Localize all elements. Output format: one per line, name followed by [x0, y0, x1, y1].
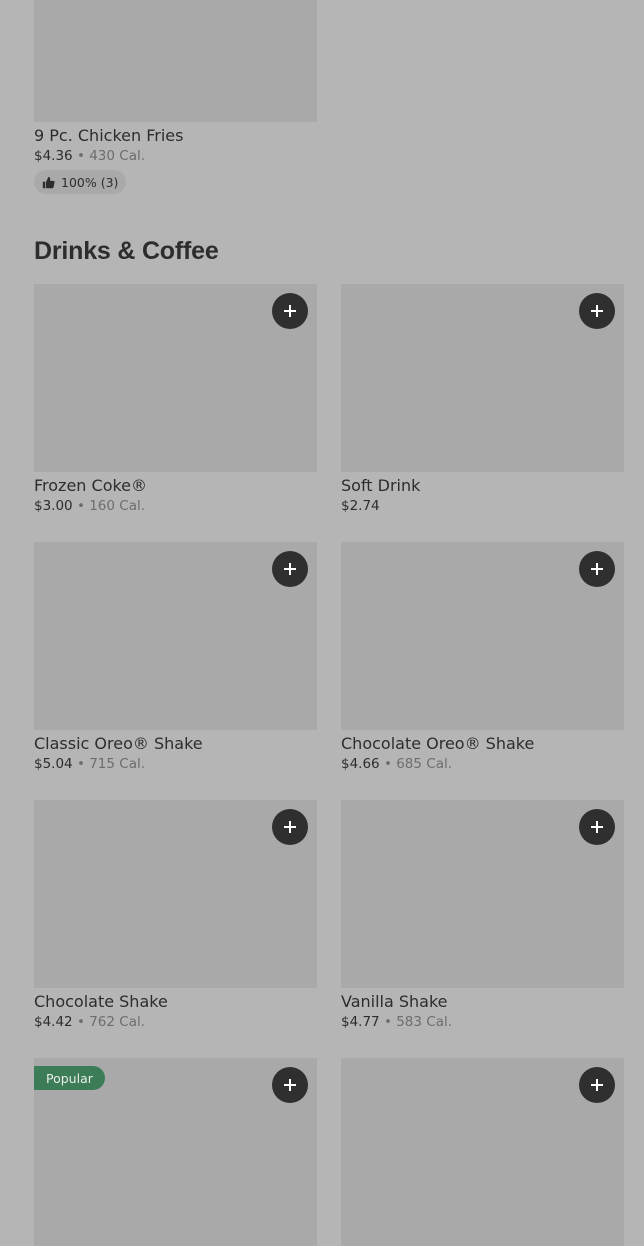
add-item-button[interactable]: [579, 551, 615, 587]
menu-item-chocolate-oreo-shake[interactable]: Chocolate Oreo® Shake $4.66 • 685 Cal.: [341, 542, 624, 774]
item-image: [34, 800, 317, 988]
add-item-button[interactable]: [579, 809, 615, 845]
plus-icon: [590, 562, 604, 576]
item-price: $2.74: [341, 498, 380, 514]
menu-item-chicken-fries[interactable]: 9 Pc. Chicken Fries $4.36 • 430 Cal. 100…: [34, 0, 317, 194]
menu-item-frozen-coke[interactable]: Frozen Coke® $3.00 • 160 Cal.: [34, 284, 317, 516]
menu-item-classic-oreo-shake[interactable]: Classic Oreo® Shake $5.04 • 715 Cal.: [34, 542, 317, 774]
plus-icon: [590, 304, 604, 318]
item-meta: $3.00 • 160 Cal.: [34, 497, 317, 516]
plus-icon: [590, 820, 604, 834]
add-item-button[interactable]: [272, 1067, 308, 1103]
meta-separator: •: [383, 756, 392, 772]
item-calories: 430 Cal.: [89, 148, 146, 164]
meta-separator: •: [76, 1014, 85, 1030]
thumbs-up-icon: [42, 176, 61, 189]
item-meta: $4.42 • 762 Cal.: [34, 1013, 317, 1032]
item-name: 9 Pc. Chicken Fries: [34, 126, 184, 145]
item-price: $4.42: [34, 1014, 73, 1030]
item-image: [341, 1058, 624, 1246]
rating-badge: 100% (3): [34, 170, 127, 194]
popular-badge: Popular: [34, 1066, 105, 1090]
item-name: Chocolate Shake: [34, 992, 168, 1011]
item-meta: $4.77 • 583 Cal.: [341, 1013, 624, 1032]
add-item-button[interactable]: [579, 293, 615, 329]
item-image: [34, 284, 317, 472]
add-item-button[interactable]: [579, 1067, 615, 1103]
item-meta: $4.36 • 430 Cal.: [34, 147, 317, 166]
item-image: [34, 542, 317, 730]
rating-text: 100% (3): [61, 174, 119, 190]
item-price: $4.66: [341, 756, 380, 772]
meta-separator: •: [76, 148, 85, 164]
item-calories: 762 Cal.: [89, 1014, 146, 1030]
item-meta: $2.74: [341, 497, 624, 516]
plus-icon: [283, 304, 297, 318]
meta-separator: •: [383, 1014, 392, 1030]
menu-item-vanilla-shake[interactable]: Vanilla Shake $4.77 • 583 Cal.: [341, 800, 624, 1032]
item-meta: $5.04 • 715 Cal.: [34, 755, 317, 774]
add-item-button[interactable]: [272, 551, 308, 587]
menu-item-soft-drink[interactable]: Soft Drink $2.74: [341, 284, 624, 516]
plus-icon: [283, 820, 297, 834]
plus-icon: [590, 1078, 604, 1092]
item-calories: 715 Cal.: [89, 756, 146, 772]
item-image: Popular: [34, 1058, 317, 1246]
meta-separator: •: [76, 756, 85, 772]
item-image: [341, 284, 624, 472]
item-image: [34, 0, 317, 122]
section-title-drinks-coffee: Drinks & Coffee: [34, 237, 219, 265]
meta-separator: •: [76, 498, 85, 514]
menu-item-popular[interactable]: Popular: [34, 1058, 317, 1246]
item-calories: 583 Cal.: [396, 1014, 453, 1030]
item-price: $4.77: [341, 1014, 380, 1030]
menu-item-chocolate-shake[interactable]: Chocolate Shake $4.42 • 762 Cal.: [34, 800, 317, 1032]
add-item-button[interactable]: [272, 293, 308, 329]
item-name: Vanilla Shake: [341, 992, 448, 1011]
item-name: Classic Oreo® Shake: [34, 734, 203, 753]
add-item-button[interactable]: [272, 809, 308, 845]
item-price: $4.36: [34, 148, 73, 164]
item-name: Chocolate Oreo® Shake: [341, 734, 535, 753]
item-name: Soft Drink: [341, 476, 421, 495]
item-price: $5.04: [34, 756, 73, 772]
item-image: [341, 542, 624, 730]
menu-page: 9 Pc. Chicken Fries $4.36 • 430 Cal. 100…: [0, 0, 644, 1246]
plus-icon: [283, 562, 297, 576]
item-calories: 160 Cal.: [89, 498, 146, 514]
item-name: Frozen Coke®: [34, 476, 148, 495]
plus-icon: [283, 1078, 297, 1092]
item-price: $3.00: [34, 498, 73, 514]
item-meta: $4.66 • 685 Cal.: [341, 755, 624, 774]
item-image: [341, 800, 624, 988]
item-calories: 685 Cal.: [396, 756, 453, 772]
menu-item-next[interactable]: [341, 1058, 624, 1246]
